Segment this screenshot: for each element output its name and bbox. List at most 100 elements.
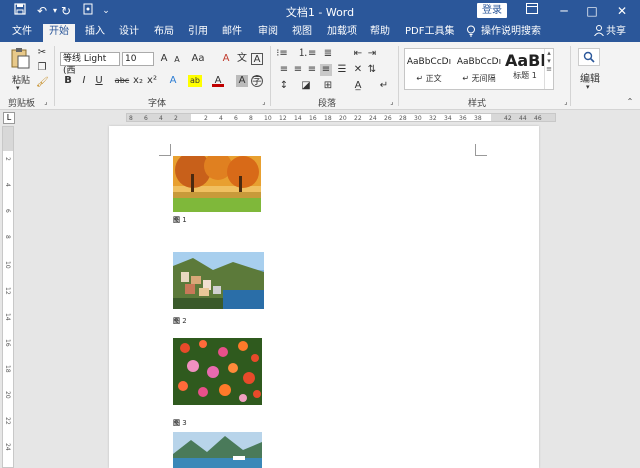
- ruler-number: 14: [4, 313, 11, 321]
- login-button[interactable]: 登录: [477, 3, 507, 18]
- cut-icon[interactable]: ✂: [36, 47, 48, 59]
- editing-button[interactable]: 编辑: [579, 70, 601, 85]
- enclose-char-icon[interactable]: 字: [251, 75, 263, 87]
- divider: [54, 46, 55, 106]
- subscript-button[interactable]: x₂: [132, 75, 144, 87]
- align-left-icon[interactable]: ≡: [278, 64, 290, 76]
- clipboard-launcher-icon[interactable]: ⌟: [40, 96, 52, 108]
- document-page[interactable]: 图 1 图 2 图 3: [109, 126, 539, 468]
- superscript-button[interactable]: x²: [146, 75, 158, 87]
- figure-image-mountain-lake[interactable]: [173, 432, 262, 468]
- shading-icon[interactable]: ◪: [300, 80, 312, 92]
- tab-view[interactable]: 视图: [292, 25, 312, 42]
- bold-button[interactable]: B: [62, 75, 74, 87]
- tab-pdf-tools[interactable]: PDF工具集: [405, 25, 454, 42]
- minimize-button[interactable]: ─: [552, 3, 576, 19]
- borders-icon[interactable]: ⊞: [322, 80, 334, 92]
- tab-selector[interactable]: L: [3, 112, 15, 124]
- format-painter-icon[interactable]: 🖌: [36, 77, 49, 89]
- underline-button[interactable]: U: [93, 75, 105, 87]
- editing-dropdown-icon[interactable]: ▾: [586, 83, 590, 91]
- char-shading-icon[interactable]: A: [236, 75, 248, 87]
- align-right-icon[interactable]: ≡: [306, 64, 318, 76]
- figure-image-coastal-village[interactable]: [173, 252, 264, 309]
- share-button[interactable]: 共享: [606, 25, 626, 42]
- ruler-number: 2: [204, 115, 208, 122]
- shrink-font-icon[interactable]: A: [171, 54, 183, 66]
- styles-scrollbar[interactable]: ▴ ▾ ≡: [544, 49, 553, 89]
- paste-dropdown-icon[interactable]: ▾: [16, 84, 20, 92]
- justify-icon[interactable]: ≡: [320, 64, 332, 76]
- caption-number: 1: [182, 216, 187, 224]
- figure-image-flowers[interactable]: [173, 338, 262, 405]
- asian-layout-icon[interactable]: A̲: [352, 80, 364, 92]
- style-no-spacing[interactable]: AaBbCcDı ↵ 无间隔: [455, 49, 503, 89]
- highlight-icon[interactable]: ab: [188, 75, 202, 87]
- tab-layout[interactable]: 布局: [154, 25, 174, 42]
- tab-references[interactable]: 引用: [188, 25, 208, 42]
- collapse-ribbon-icon[interactable]: ⌃: [624, 96, 636, 108]
- tab-insert[interactable]: 插入: [85, 25, 105, 42]
- figure-image-autumn-forest[interactable]: [173, 156, 261, 212]
- chinese-layout-icon[interactable]: ✕: [352, 64, 364, 76]
- font-name-select[interactable]: 等线 Light (西: [60, 52, 120, 76]
- char-border-icon[interactable]: A: [251, 53, 263, 65]
- distributed-icon[interactable]: ☰: [336, 64, 348, 76]
- ribbon-tabs: 文件 开始 插入 设计 布局 引用 邮件 审阅 视图 加载项 帮助 PDF工具集…: [0, 22, 640, 42]
- tab-help[interactable]: 帮助: [370, 25, 390, 42]
- tab-home[interactable]: 开始: [43, 24, 75, 42]
- style-name: ↵ 无间隔: [462, 74, 496, 83]
- ruler-number: 4: [4, 183, 11, 187]
- ruler-number: 18: [4, 365, 11, 373]
- font-color-icon[interactable]: A: [212, 75, 224, 87]
- window-title: 文档1 - Word: [285, 6, 355, 19]
- close-button[interactable]: ✕: [610, 3, 634, 19]
- ruler-bar: 8 6 4 2 2 4 6 8 10 12 14 16 18 20 22 24 26 28 30 32 34 36 38 42…: [126, 113, 556, 122]
- tell-me-search[interactable]: 操作说明搜索: [481, 25, 541, 42]
- font-launcher-icon[interactable]: ⌟: [258, 96, 270, 108]
- paste-button[interactable]: 粘贴: [10, 73, 32, 86]
- crop-mark-top-left: [159, 144, 171, 156]
- show-marks-icon[interactable]: ↵: [378, 80, 390, 92]
- tab-addins[interactable]: 加载项: [327, 25, 357, 42]
- increase-indent-icon[interactable]: ⇥: [366, 48, 378, 60]
- divider: [270, 46, 271, 106]
- share-icon[interactable]: [594, 25, 604, 42]
- paste-icon[interactable]: [9, 47, 31, 73]
- tab-mailings[interactable]: 邮件: [222, 25, 242, 42]
- style-preview: AaBbCcDı: [406, 57, 452, 67]
- align-center-icon[interactable]: ≡: [292, 64, 304, 76]
- tab-file[interactable]: 文件: [12, 25, 32, 42]
- find-icon[interactable]: [578, 48, 600, 66]
- vertical-ruler[interactable]: 2 4 6 8 10 12 14 16 18 20 22 24: [2, 126, 14, 468]
- grow-font-icon[interactable]: A: [158, 53, 170, 65]
- numbering-icon[interactable]: ⒈≡: [298, 48, 316, 60]
- restore-button[interactable]: □: [580, 3, 604, 19]
- horizontal-ruler[interactable]: 8 6 4 2 2 4 6 8 10 12 14 16 18 20 22 24 26 28 30 32 34 36 38 42…: [18, 111, 640, 124]
- tab-review[interactable]: 审阅: [258, 25, 278, 42]
- ruler-number: 8: [4, 235, 11, 239]
- font-size-select[interactable]: 10: [122, 52, 154, 66]
- strikethrough-button[interactable]: abc: [114, 75, 130, 87]
- paragraph-launcher-icon[interactable]: ⌟: [386, 96, 398, 108]
- italic-button[interactable]: I: [78, 75, 90, 87]
- line-spacing-icon[interactable]: ↕: [278, 80, 290, 92]
- sort-icon[interactable]: ⇅: [366, 64, 378, 76]
- phonetic-guide-icon[interactable]: 文: [236, 53, 248, 65]
- bullets-icon[interactable]: ⁝≡: [276, 48, 288, 60]
- ruler-number: 14: [294, 115, 302, 122]
- copy-icon[interactable]: ❐: [36, 62, 48, 74]
- decrease-indent-icon[interactable]: ⇤: [352, 48, 364, 60]
- ruler-number: 4: [159, 115, 163, 122]
- style-normal[interactable]: AaBbCcDı ↵ 正文: [405, 49, 453, 89]
- ruler-number: 18: [324, 115, 332, 122]
- multilevel-list-icon[interactable]: ≣: [322, 48, 334, 60]
- title-bar: ↶ ▾ ↻ ⌄ 文档1 - Word 登录 ─ □ ✕: [0, 0, 640, 22]
- change-case-icon[interactable]: Aa: [190, 53, 206, 65]
- tab-design[interactable]: 设计: [119, 25, 139, 42]
- ribbon-display-icon[interactable]: [520, 3, 544, 19]
- lightbulb-icon[interactable]: [466, 25, 476, 42]
- style-heading-1[interactable]: AaBl 标题 1: [505, 49, 546, 89]
- clear-format-icon[interactable]: A: [220, 53, 232, 65]
- text-effect-icon[interactable]: A: [167, 75, 179, 87]
